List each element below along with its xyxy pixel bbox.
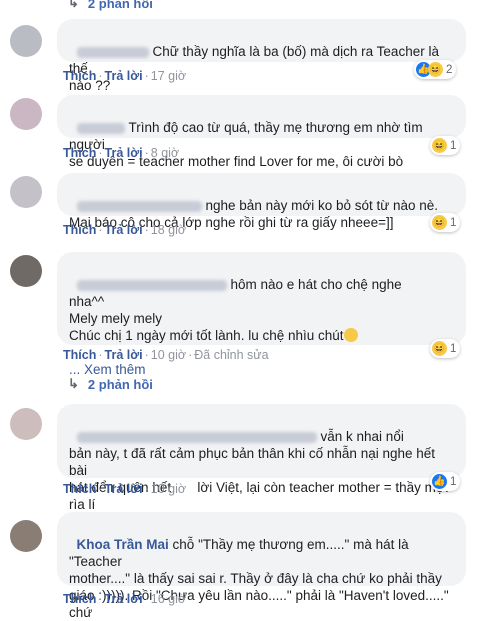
comment-bubble: vẫn k nhai nổi bản này, t đã rất cảm phụ… [57,404,466,512]
comment-actions: Thích · Trả lời · 10 giờ · Đã chỉnh sửa [63,348,269,362]
like-action[interactable]: Thích [63,69,96,83]
haha-icon: 😆 [432,215,447,230]
reply-action[interactable]: Trả lời [105,348,143,362]
reaction-summary[interactable]: 😆 1 [430,136,461,155]
like-action[interactable]: Thích [63,592,96,606]
haha-icon: 😆 [432,341,447,356]
reply-arrow-icon: ↳ [68,376,79,391]
like-action[interactable]: Thích [63,348,96,362]
timestamp[interactable]: 17 giờ [151,69,186,83]
haha-icon: 😆 [428,62,443,77]
like-icon: 👍 [432,474,447,489]
avatar[interactable] [10,25,42,57]
comment-bubble: Trình độ cao từ quá, thầy mẹ thương em n… [57,95,466,169]
reply-action[interactable]: Trả lời [105,146,143,160]
comment-actions: Thích · Trả lời · 16 giờ [63,592,187,606]
timestamp[interactable]: 8 giờ [151,146,179,160]
smiling-emoji-icon [343,328,358,342]
reply-action[interactable]: Trả lời [105,482,143,496]
see-more-link[interactable]: ... Xem thêm [69,362,146,377]
avatar[interactable] [10,176,42,208]
timestamp[interactable]: 18 giờ [151,223,186,237]
avatar[interactable] [10,98,42,130]
replies-link[interactable]: ↳ 2 phản hồi [68,0,153,11]
reply-action[interactable]: Trả lời [105,69,143,83]
blurred-author-name[interactable] [76,431,317,443]
reply-arrow-icon: ↳ [68,0,79,10]
comment-bubble: nghe bản này mới ko bỏ sót từ nào nè. Ma… [57,173,466,230]
blurred-author-name[interactable] [76,279,227,291]
haha-icon: 😆 [432,138,447,153]
like-action[interactable]: Thích [63,482,96,496]
avatar[interactable] [10,408,42,440]
reply-action[interactable]: Trả lời [105,592,143,606]
author-name[interactable]: Khoa Trần Mai [77,537,169,552]
reaction-summary[interactable]: 😆 1 [430,213,461,232]
comment-actions: Thích · Trả lời · 8 giờ [63,146,180,160]
comment-bubble: Khoa Trần Mai chỗ "Thầy mẹ thương em....… [57,512,466,620]
like-action[interactable]: Thích [63,146,96,160]
replies-link[interactable]: ↳ 2 phản hồi [68,376,153,392]
blurred-author-name[interactable] [76,122,125,134]
like-action[interactable]: Thích [63,223,96,237]
reaction-summary[interactable]: 👍 1 [430,472,461,491]
timestamp[interactable]: 16 giờ [151,592,186,606]
comment-actions: Thích · Trả lời · 10 giờ [63,482,187,496]
blurred-author-name[interactable] [76,200,202,212]
reply-action[interactable]: Trả lời [105,223,143,237]
timestamp[interactable]: 10 giờ [151,482,186,496]
reaction-summary[interactable]: 😆 1 [430,339,461,358]
avatar[interactable] [10,255,42,287]
comment-bubble: Chữ thầy nghĩa là ba (bố) mà dịch ra Tea… [57,19,466,93]
comment-actions: Thích · Trả lời · 18 giờ [63,223,187,237]
reaction-summary[interactable]: 👍 😆 2 [414,60,457,79]
comment-bubble: hôm nào e hát cho chệ nghe nha^^ Mely me… [57,252,466,377]
timestamp[interactable]: 10 giờ [151,348,186,362]
avatar[interactable] [10,520,42,552]
blurred-author-name[interactable] [76,46,149,58]
edited-label[interactable]: Đã chỉnh sửa [194,348,268,362]
comment-actions: Thích · Trả lời · 17 giờ [63,69,187,83]
